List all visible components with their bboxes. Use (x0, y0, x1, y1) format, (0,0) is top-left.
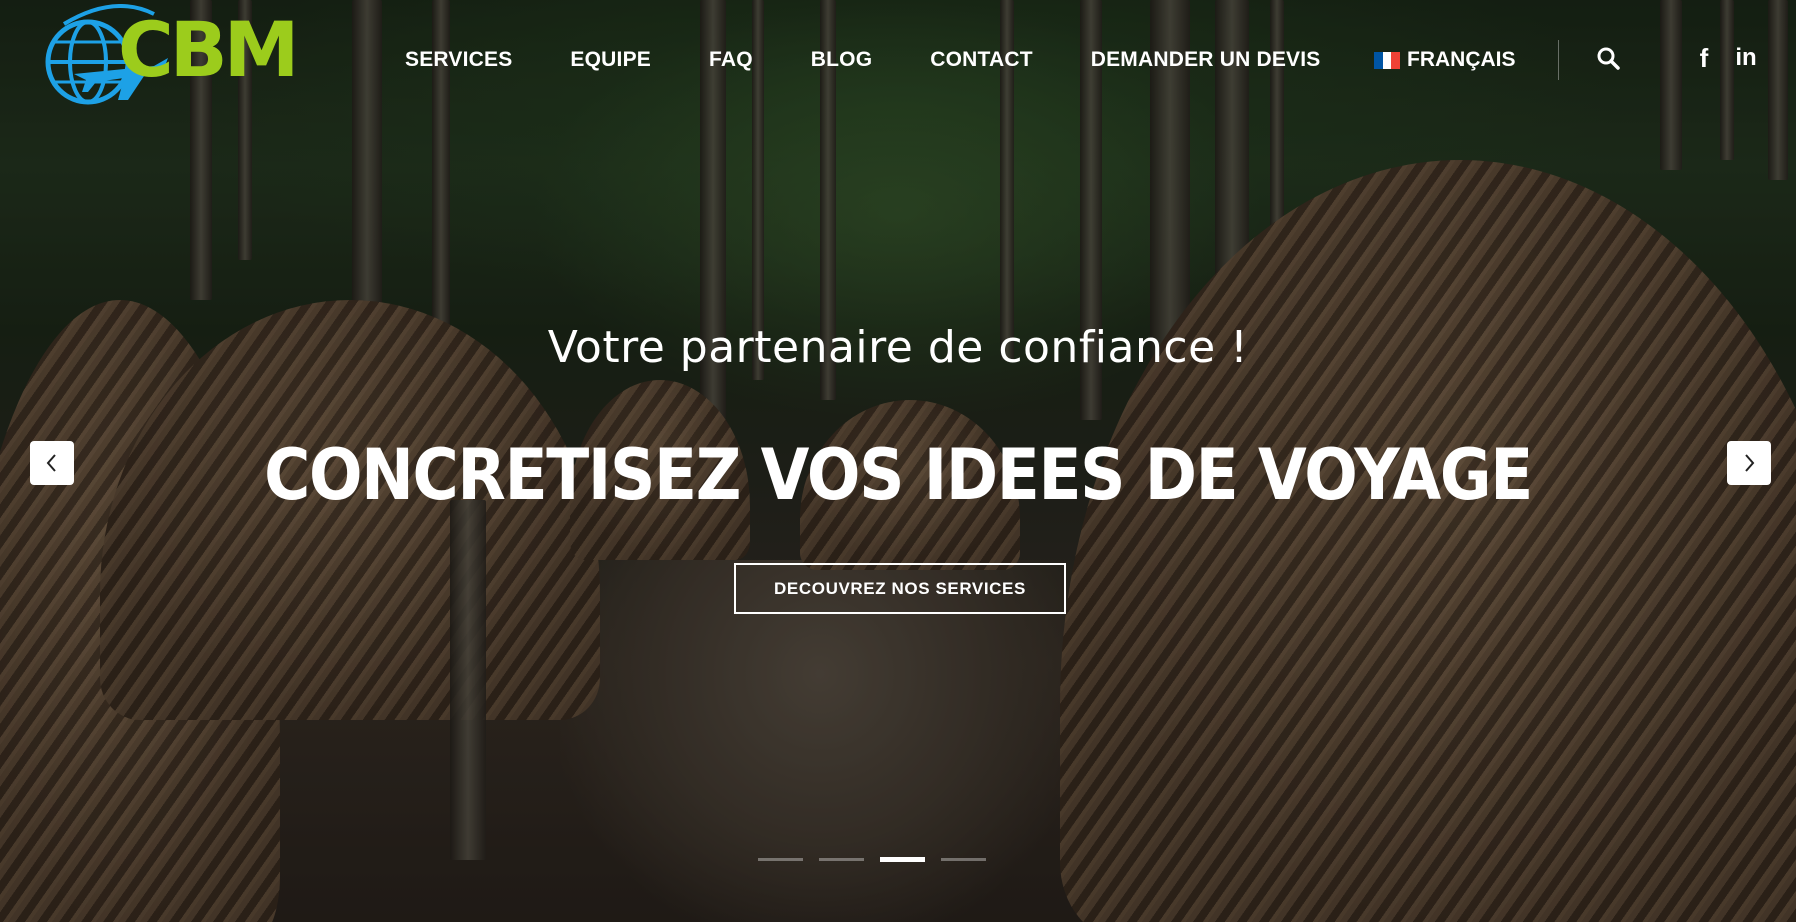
nav-item-demander-un-devis[interactable]: DEMANDER UN DEVIS (1091, 48, 1321, 72)
carousel-indicators (758, 857, 986, 862)
nav-item-contact[interactable]: CONTACT (930, 48, 1033, 72)
linkedin-icon: in (1735, 44, 1757, 71)
language-switcher[interactable]: FRANÇAIS (1374, 48, 1516, 72)
carousel-dot-2[interactable] (819, 858, 864, 861)
nav-item-faq[interactable]: FAQ (709, 48, 753, 72)
carousel-next-button[interactable] (1727, 441, 1771, 485)
search-button[interactable] (1594, 44, 1622, 72)
facebook-icon: f (1699, 43, 1709, 73)
chevron-left-icon (46, 454, 56, 472)
nav-item-equipe[interactable]: EQUIPE (570, 48, 651, 72)
carousel-prev-button[interactable] (30, 441, 74, 485)
carousel-dot-4[interactable] (941, 858, 986, 861)
france-flag-icon (1374, 51, 1400, 69)
logo-wordmark: CBM (118, 5, 299, 94)
hero-headline: CONCRETISEZ VOS IDEES DE VOYAGE (264, 434, 1533, 516)
nav-item-services[interactable]: SERVICES (405, 48, 512, 72)
main-nav: SERVICES EQUIPE FAQ BLOG CONTACT DEMANDE… (405, 48, 1321, 72)
site-logo[interactable]: CBM (44, 4, 334, 122)
search-icon (1597, 47, 1620, 70)
facebook-link[interactable]: f (1690, 44, 1718, 72)
hero-slider: CBM SERVICES EQUIPE FAQ BLOG CONTACT DEM… (0, 0, 1796, 922)
discover-services-button[interactable]: DECOUVREZ NOS SERVICES (734, 563, 1066, 614)
linkedin-link[interactable]: in (1732, 44, 1760, 72)
carousel-dot-3-active[interactable] (880, 857, 925, 862)
hero-tagline: Votre partenaire de confiance ! (547, 322, 1249, 373)
header-divider (1558, 40, 1559, 80)
chevron-right-icon (1745, 454, 1755, 472)
carousel-dot-1[interactable] (758, 858, 803, 861)
language-label: FRANÇAIS (1407, 48, 1516, 71)
nav-item-blog[interactable]: BLOG (811, 48, 872, 72)
